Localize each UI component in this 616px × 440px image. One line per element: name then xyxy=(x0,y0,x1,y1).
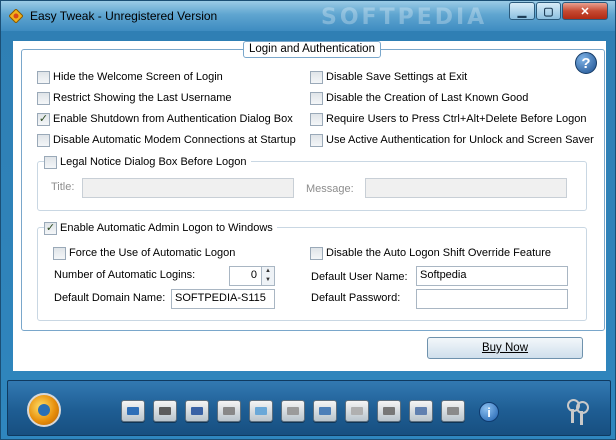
keys-icon[interactable] xyxy=(565,397,589,425)
window-title: Easy Tweak - Unregistered Version xyxy=(30,9,218,23)
password-input[interactable] xyxy=(416,289,568,309)
legal-title-input[interactable] xyxy=(82,178,294,198)
auto-logins-label: Number of Automatic Logins: xyxy=(54,269,196,281)
option-restrict-last-username[interactable]: Restrict Showing the Last Username xyxy=(37,91,232,105)
app-icon xyxy=(9,9,23,23)
stepper-up-icon[interactable]: ▲ xyxy=(262,267,274,276)
disk-icon[interactable] xyxy=(185,400,209,422)
checkbox[interactable] xyxy=(53,246,66,260)
home-icon[interactable] xyxy=(409,400,433,422)
stepper-buttons[interactable]: ▲ ▼ xyxy=(261,267,274,285)
minimize-button[interactable]: ▁ xyxy=(509,2,535,20)
checkbox-checked[interactable]: ✓ xyxy=(37,112,50,126)
info-icon[interactable]: i xyxy=(479,402,499,422)
option-label: Enable Shutdown from Authentication Dial… xyxy=(53,113,293,125)
buy-now-label: Buy Now xyxy=(481,342,529,354)
message-label: Message: xyxy=(306,183,354,195)
option-label: Disable the Creation of Last Known Good xyxy=(326,92,529,104)
option-label: Disable Save Settings at Exit xyxy=(326,71,468,83)
login-group-title: Login and Authentication xyxy=(243,41,381,58)
tweaks-icon[interactable] xyxy=(27,393,61,427)
option-label: Legal Notice Dialog Box Before Logon xyxy=(60,156,247,168)
close-icon: ✕ xyxy=(580,5,590,18)
checkbox[interactable] xyxy=(310,91,323,105)
option-label: Disable the Auto Logon Shift Override Fe… xyxy=(326,247,552,259)
close-button[interactable]: ✕ xyxy=(562,2,608,20)
system-icon[interactable] xyxy=(441,400,465,422)
option-enable-shutdown[interactable]: ✓ Enable Shutdown from Authentication Di… xyxy=(37,112,293,126)
option-label: Hide the Welcome Screen of Login xyxy=(53,71,223,83)
title-label: Title: xyxy=(51,181,75,193)
folder-icon[interactable] xyxy=(249,400,273,422)
watermark: SOFTPEDIA xyxy=(321,5,488,30)
maximize-button[interactable]: ▢ xyxy=(536,2,561,20)
tools-icon[interactable] xyxy=(313,400,337,422)
option-label: Enable Automatic Admin Logon to Windows xyxy=(60,222,273,234)
checkbox[interactable] xyxy=(37,70,50,84)
printer-icon[interactable] xyxy=(377,400,401,422)
checkbox[interactable] xyxy=(37,91,50,105)
option-label: Require Users to Press Ctrl+Alt+Delete B… xyxy=(326,113,587,125)
option-label: Restrict Showing the Last Username xyxy=(53,92,232,104)
title-bar[interactable]: Easy Tweak - Unregistered Version SOFTPE… xyxy=(1,1,615,31)
user-name-label: Default User Name: xyxy=(311,271,408,283)
checkbox[interactable] xyxy=(37,133,50,147)
files-icon[interactable] xyxy=(345,400,369,422)
domain-label: Default Domain Name: xyxy=(54,292,166,304)
checkbox[interactable] xyxy=(310,112,323,126)
checkbox[interactable] xyxy=(44,155,57,169)
window-icon[interactable] xyxy=(281,400,305,422)
checkbox[interactable] xyxy=(310,133,323,147)
option-disable-shift-override[interactable]: Disable the Auto Logon Shift Override Fe… xyxy=(310,246,551,260)
option-active-authentication[interactable]: Use Active Authentication for Unlock and… xyxy=(310,133,594,147)
auto-logins-stepper[interactable]: 0 ▲ ▼ xyxy=(229,266,275,286)
option-disable-save-settings[interactable]: Disable Save Settings at Exit xyxy=(310,70,467,84)
hardware-icon[interactable] xyxy=(153,400,177,422)
option-hide-welcome[interactable]: Hide the Welcome Screen of Login xyxy=(37,70,223,84)
password-label: Default Password: xyxy=(311,292,401,304)
option-label: Force the Use of Automatic Logon xyxy=(69,247,236,259)
auto-logins-value: 0 xyxy=(250,269,257,281)
checkbox-checked[interactable]: ✓ xyxy=(44,221,57,235)
option-legal-notice[interactable]: Legal Notice Dialog Box Before Logon xyxy=(44,155,251,169)
bottom-toolbar xyxy=(7,380,611,436)
buy-now-button[interactable]: Buy Now xyxy=(427,337,583,359)
maximize-icon: ▢ xyxy=(543,5,554,18)
help-icon[interactable]: ? xyxy=(575,52,597,74)
checkbox[interactable] xyxy=(310,70,323,84)
option-label: Use Active Authentication for Unlock and… xyxy=(326,134,594,146)
main-window: Easy Tweak - Unregistered Version SOFTPE… xyxy=(0,0,616,440)
checkbox[interactable] xyxy=(310,246,323,260)
option-label: Disable Automatic Modem Connections at S… xyxy=(53,134,296,146)
option-auto-admin-logon[interactable]: ✓ Enable Automatic Admin Logon to Window… xyxy=(44,221,277,235)
domain-input[interactable]: SOFTPEDIA-S115 xyxy=(171,289,275,309)
network-icon[interactable] xyxy=(217,400,241,422)
option-force-auto-logon[interactable]: Force the Use of Automatic Logon xyxy=(53,246,235,260)
option-disable-modem[interactable]: Disable Automatic Modem Connections at S… xyxy=(37,133,296,147)
minimize-icon: ▁ xyxy=(517,5,527,18)
stepper-down-icon[interactable]: ▼ xyxy=(262,276,274,285)
user-name-input[interactable]: Softpedia xyxy=(416,266,568,286)
display-icon[interactable] xyxy=(121,400,145,422)
legal-message-input[interactable] xyxy=(365,178,567,198)
option-disable-last-known-good[interactable]: Disable the Creation of Last Known Good xyxy=(310,91,528,105)
option-require-ctrl-alt-del[interactable]: Require Users to Press Ctrl+Alt+Delete B… xyxy=(310,112,586,126)
